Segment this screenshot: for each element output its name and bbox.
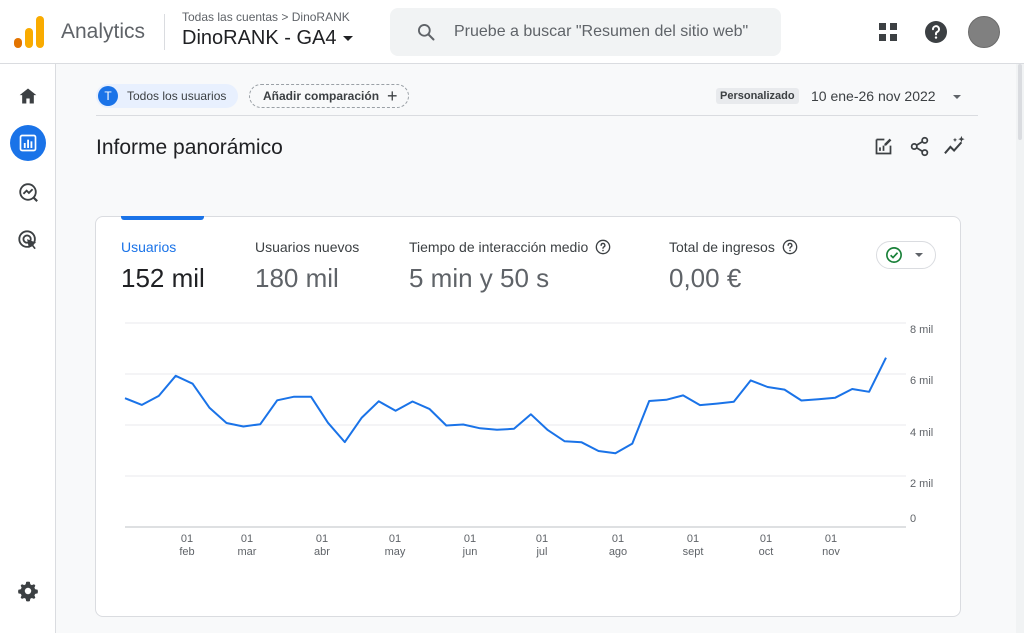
search-icon: [418, 24, 435, 41]
metric-users[interactable]: Usuarios 152 mil: [121, 239, 205, 294]
y-tick-label: 0: [910, 513, 916, 525]
x-tick-day: 01: [825, 533, 837, 545]
scrollbar[interactable]: [1016, 64, 1024, 633]
x-tick-may: 01may: [385, 533, 406, 558]
x-tick-day: 01: [536, 533, 548, 545]
compare-metric-button[interactable]: [876, 241, 936, 269]
analytics-logo[interactable]: [14, 16, 44, 48]
date-caret-down-icon[interactable]: [953, 95, 961, 99]
x-tick-day: 01: [241, 533, 253, 545]
nav-reports[interactable]: [10, 125, 46, 161]
plus-icon: +: [387, 86, 398, 106]
x-tick-oct: 01oct: [759, 533, 774, 558]
x-tick-day: 01: [760, 533, 772, 545]
x-tick-jun: 01jun: [462, 533, 478, 558]
x-tick-day: 01: [612, 533, 624, 545]
header-divider: [164, 14, 165, 50]
caret-down-icon: [915, 253, 923, 257]
segment-chip[interactable]: T Todos los usuarios: [96, 84, 239, 108]
metric-label: Usuarios: [121, 239, 177, 255]
app-name: Analytics: [61, 20, 146, 43]
property-name: DinoRANK - GA4: [182, 27, 337, 49]
metric-label: Tiempo de interacción medio: [409, 239, 589, 255]
edit-report-button[interactable]: [871, 134, 895, 158]
help-icon[interactable]: [924, 20, 948, 44]
divider: [96, 115, 978, 116]
caret-down-icon: [342, 36, 353, 41]
side-navigation: [0, 64, 56, 633]
top-header: Analytics Todas las cuentas > DinoRANK D…: [0, 0, 1024, 64]
add-comparison-label: Añadir comparación: [263, 89, 380, 103]
x-tick-sept: 01sept: [683, 533, 704, 558]
nav-home[interactable]: [10, 78, 46, 114]
y-tick-label: 8 mil: [910, 324, 933, 336]
metric-label: Total de ingresos: [669, 239, 775, 255]
metric-label: Usuarios nuevos: [255, 239, 360, 255]
x-tick-month: may: [385, 546, 406, 558]
x-tick-month: jul: [535, 546, 547, 558]
x-tick-day: 01: [389, 533, 401, 545]
date-tag: Personalizado: [716, 88, 799, 104]
x-tick-day: 01: [181, 533, 193, 545]
x-tick-month: jun: [462, 546, 478, 558]
check-circle-icon: [886, 247, 902, 263]
advertising-icon: [18, 230, 37, 250]
x-tick-day: 01: [464, 533, 476, 545]
metric-total-revenue[interactable]: Total de ingresos 0,00 €: [669, 239, 798, 294]
insights-icon: [944, 135, 965, 154]
x-tick-nov: 01nov: [822, 533, 840, 558]
active-tab-indicator: [121, 216, 204, 220]
apps-grid-icon[interactable]: [876, 20, 900, 44]
metric-engagement-time[interactable]: Tiempo de interacción medio 5 min y 50 s: [409, 239, 611, 294]
x-tick-day: 01: [316, 533, 328, 545]
x-tick-jul: 01jul: [535, 533, 548, 558]
x-tick-feb: 01feb: [179, 533, 194, 558]
avatar[interactable]: [968, 16, 1000, 48]
metric-value: 152 mil: [121, 263, 205, 293]
nav-advertising[interactable]: [10, 222, 46, 258]
home-icon: [19, 88, 37, 104]
x-tick-month: nov: [822, 546, 840, 558]
x-tick-month: oct: [759, 546, 774, 558]
metric-value: 0,00 €: [669, 263, 742, 293]
nav-explore[interactable]: [10, 174, 46, 210]
metric-value: 5 min y 50 s: [409, 263, 550, 293]
y-tick-label: 4 mil: [910, 427, 933, 439]
y-tick-label: 6 mil: [910, 375, 933, 387]
x-tick-month: mar: [238, 546, 257, 558]
scrollbar-thumb[interactable]: [1018, 64, 1022, 140]
users-line-chart[interactable]: 02 mil4 mil6 mil8 mil 01feb01mar01abr01m…: [96, 300, 960, 600]
breadcrumb[interactable]: Todas las cuentas > DinoRANK: [182, 10, 350, 24]
segment-initial: T: [98, 86, 118, 106]
edit-report-icon: [875, 138, 891, 154]
reports-icon: [19, 134, 37, 152]
property-selector[interactable]: DinoRANK - GA4: [182, 27, 353, 50]
explore-icon: [19, 183, 38, 202]
x-tick-mar: 01mar: [238, 533, 257, 558]
series-line: [124, 357, 887, 455]
search-input[interactable]: [454, 23, 774, 41]
x-tick-ago: 01ago: [609, 533, 627, 558]
page-title: Informe panorámico: [96, 136, 283, 159]
x-tick-month: feb: [179, 546, 194, 558]
add-comparison-button[interactable]: Añadir comparación +: [249, 84, 409, 108]
share-icon: [910, 136, 928, 156]
help-circle-icon[interactable]: [595, 239, 611, 255]
search-bar[interactable]: [390, 8, 781, 56]
help-circle-icon[interactable]: [782, 239, 798, 255]
nav-settings[interactable]: [10, 573, 46, 609]
x-tick-day: 01: [687, 533, 699, 545]
metric-value: 180 mil: [255, 263, 339, 293]
settings-icon: [18, 581, 38, 602]
segment-label: Todos los usuarios: [127, 89, 227, 103]
insights-button[interactable]: [943, 134, 967, 158]
x-tick-month: sept: [683, 546, 704, 558]
date-range-picker[interactable]: 10 ene-26 nov 2022: [811, 88, 936, 104]
x-tick-abr: 01abr: [314, 533, 330, 558]
x-tick-month: abr: [314, 546, 330, 558]
x-tick-month: ago: [609, 546, 627, 558]
y-tick-label: 2 mil: [910, 478, 933, 490]
metric-new-users[interactable]: Usuarios nuevos 180 mil: [255, 239, 359, 294]
share-button[interactable]: [907, 134, 931, 158]
